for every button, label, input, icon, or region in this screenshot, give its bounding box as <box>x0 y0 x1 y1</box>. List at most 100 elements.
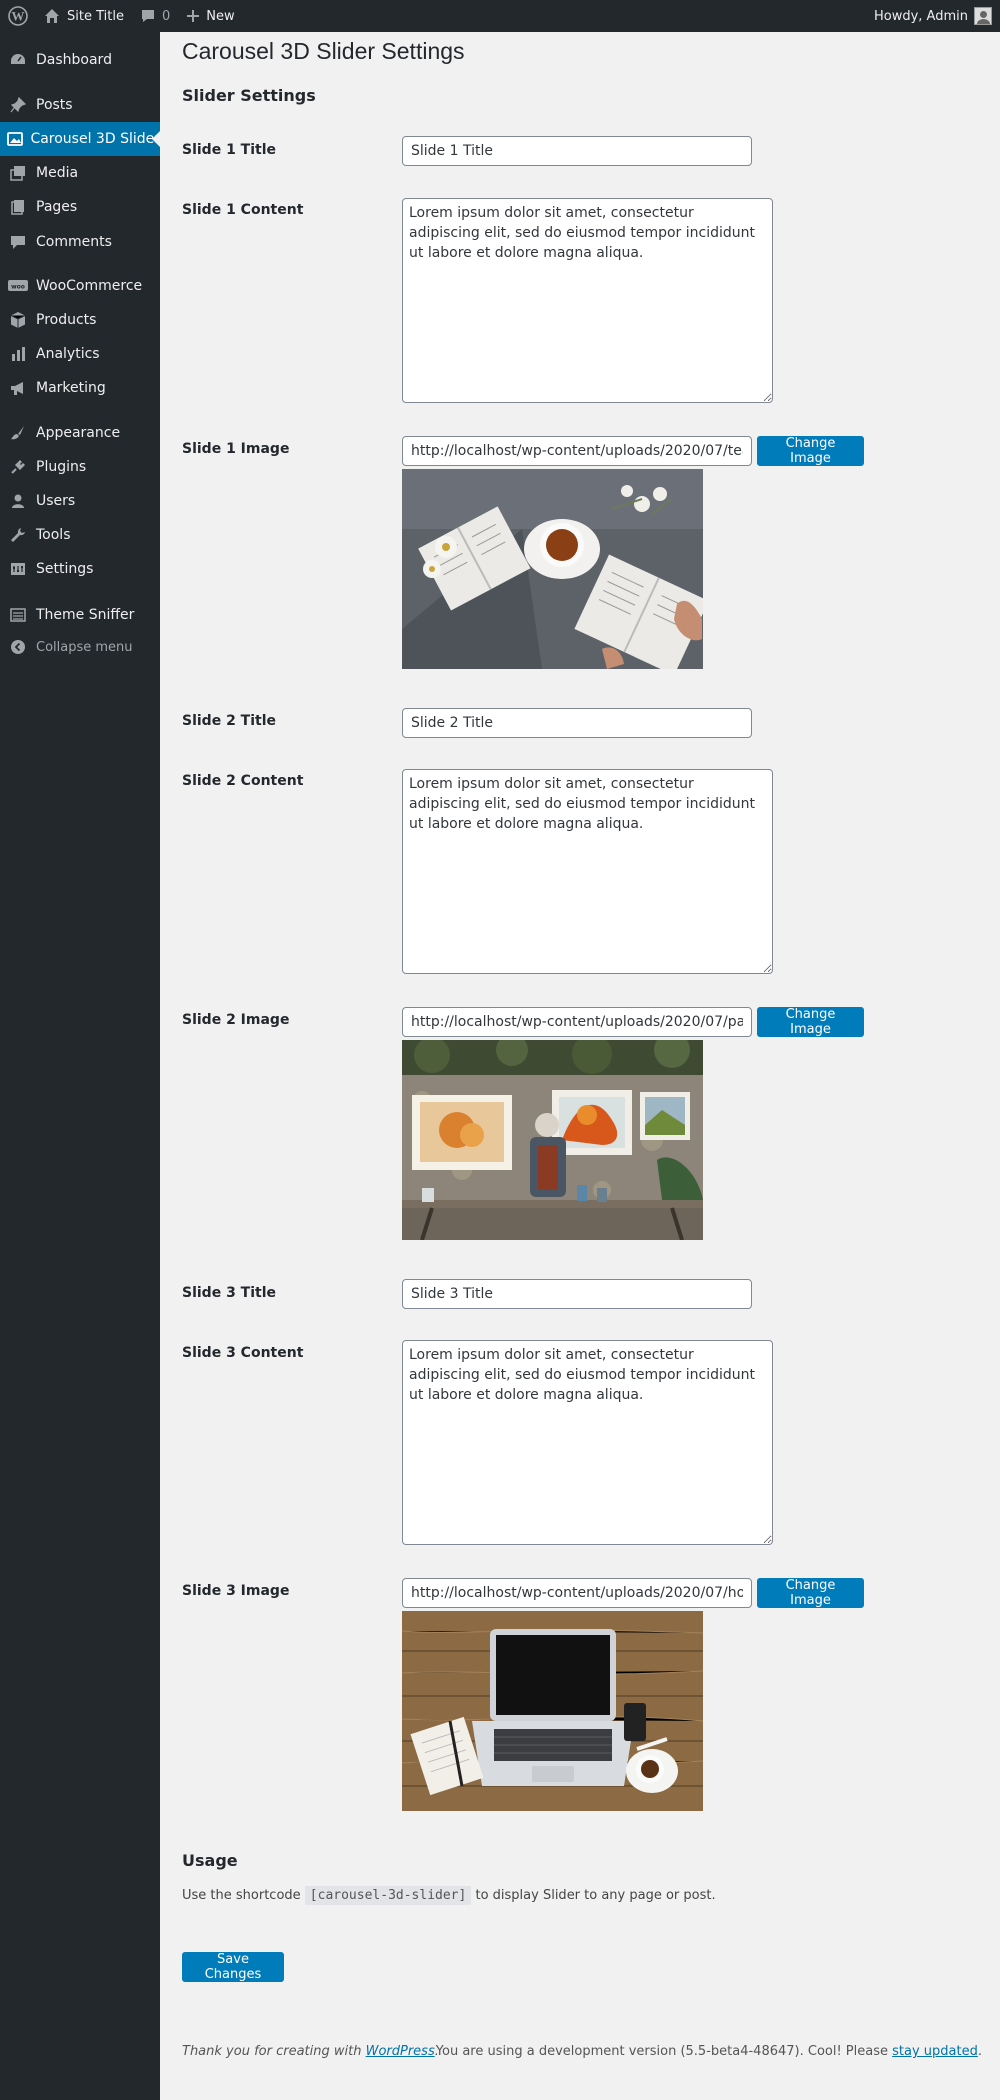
my-account-link[interactable]: Howdy, Admin <box>866 0 1000 32</box>
sidebar-item-marketing[interactable]: Marketing <box>0 371 160 405</box>
sidebar-item-label: Theme Sniffer <box>36 607 135 623</box>
slider-icon <box>0 130 30 148</box>
sidebar-item-dashboard[interactable]: Dashboard <box>0 43 160 77</box>
slide-3-change-image-button[interactable]: Change Image <box>757 1578 864 1608</box>
sidebar-item-pages[interactable]: Pages <box>0 190 160 224</box>
slide-3-image-preview <box>402 1611 703 1811</box>
slide-3-content-label: Slide 3 Content <box>182 1345 304 1361</box>
media-icon <box>0 164 36 182</box>
sidebar-item-posts[interactable]: Posts <box>0 88 160 122</box>
slide-1-change-image-button[interactable]: Change Image <box>757 436 864 466</box>
plug-icon <box>0 458 36 476</box>
settings-icon <box>0 560 36 578</box>
slide-1-image-preview <box>402 469 703 669</box>
megaphone-icon <box>0 379 36 397</box>
sidebar-item-label: Carousel 3D Slider <box>30 131 160 147</box>
stay-updated-link[interactable]: stay updated <box>892 2044 978 2059</box>
sidebar-item-comments[interactable]: Comments <box>0 225 160 259</box>
collapse-menu-button[interactable]: Collapse menu <box>0 630 160 664</box>
page-title: Carousel 3D Slider Settings <box>182 38 465 64</box>
sidebar-item-analytics[interactable]: Analytics <box>0 337 160 371</box>
save-changes-button[interactable]: Save Changes <box>182 1952 284 1982</box>
section-title: Slider Settings <box>182 86 316 105</box>
wrench-icon <box>0 526 36 544</box>
slide-3-image-url-input[interactable] <box>402 1578 752 1608</box>
footer-version-text: You are using a development version (5.5… <box>435 2044 888 2059</box>
user-icon <box>0 492 36 510</box>
slide-2-image-url-input[interactable] <box>402 1007 752 1037</box>
admin-bar: W Site Title 0 New Howdy, Admin <box>0 0 1000 32</box>
sidebar-item-products[interactable]: Products <box>0 303 160 337</box>
sidebar-item-label: Comments <box>36 234 112 250</box>
comments-link[interactable]: 0 <box>132 0 178 32</box>
slide-2-change-image-button[interactable]: Change Image <box>757 1007 864 1037</box>
slide-2-content-textarea[interactable]: Lorem ipsum dolor sit amet, consectetur … <box>402 769 773 974</box>
sidebar-item-label: Plugins <box>36 459 87 475</box>
svg-text:W: W <box>12 9 25 24</box>
comments-count: 0 <box>161 8 171 24</box>
sidebar-item-tools[interactable]: Tools <box>0 518 160 552</box>
slide-2-image-label: Slide 2 Image <box>182 1012 290 1028</box>
pages-icon <box>0 198 36 216</box>
wordpress-link[interactable]: WordPress <box>366 2044 435 2059</box>
site-title: Site Title <box>67 8 124 24</box>
sidebar-item-label: Pages <box>36 199 78 215</box>
sidebar-item-label: Media <box>36 165 79 181</box>
greeting: Howdy, Admin <box>873 8 968 24</box>
home-icon <box>44 8 60 24</box>
slide-3-title-label: Slide 3 Title <box>182 1285 277 1301</box>
sidebar-item-plugins[interactable]: Plugins <box>0 450 160 484</box>
sidebar-item-woocommerce[interactable]: woo WooCommerce <box>0 269 160 303</box>
slide-1-image-url-input[interactable] <box>402 436 752 466</box>
sidebar-item-label: Tools <box>36 527 71 543</box>
sidebar-item-label: Appearance <box>36 425 121 441</box>
woo-icon: woo <box>0 279 36 293</box>
sidebar-item-settings[interactable]: Settings <box>0 552 160 586</box>
sidebar-item-appearance[interactable]: Appearance <box>0 416 160 450</box>
list-icon <box>0 606 36 624</box>
new-label: New <box>206 8 235 24</box>
sidebar-item-carousel-3d-slider[interactable]: Carousel 3D Slider <box>0 122 160 156</box>
usage-title: Usage <box>182 1851 238 1870</box>
sidebar-item-label: Settings <box>36 561 94 577</box>
admin-sidebar: Dashboard Posts Carousel 3D Slider Media… <box>0 32 160 2100</box>
box-icon <box>0 311 36 329</box>
slide-2-content-label: Slide 2 Content <box>182 773 304 789</box>
slide-2-title-label: Slide 2 Title <box>182 713 277 729</box>
slide-1-title-label: Slide 1 Title <box>182 142 277 158</box>
slide-3-title-input[interactable] <box>402 1279 752 1309</box>
new-content-link[interactable]: New <box>178 0 242 32</box>
sidebar-item-label: Marketing <box>36 380 106 396</box>
sidebar-item-label: Dashboard <box>36 52 112 68</box>
slide-1-content-textarea[interactable]: Lorem ipsum dolor sit amet, consectetur … <box>402 198 773 403</box>
svg-text:woo: woo <box>11 284 25 291</box>
footer-thanks: Thank you for creating with WordPress. <box>182 2044 439 2059</box>
usage-suffix: to display Slider to any page or post. <box>475 1888 716 1903</box>
brush-icon <box>0 424 36 442</box>
sidebar-item-label: WooCommerce <box>36 278 143 294</box>
slide-1-image-label: Slide 1 Image <box>182 441 290 457</box>
site-title-link[interactable]: Site Title <box>36 0 132 32</box>
sidebar-item-users[interactable]: Users <box>0 484 160 518</box>
sidebar-item-label: Products <box>36 312 97 328</box>
slide-1-content-label: Slide 1 Content <box>182 202 304 218</box>
bar-chart-icon <box>0 345 36 363</box>
collapse-arrow-icon <box>0 639 36 655</box>
sidebar-item-theme-sniffer[interactable]: Theme Sniffer <box>0 598 160 632</box>
usage-description: Use the shortcode [carousel-3d-slider] t… <box>182 1886 716 1905</box>
usage-prefix: Use the shortcode <box>182 1888 301 1903</box>
footer-thanks-prefix: Thank you for creating with <box>182 2044 362 2059</box>
shortcode: [carousel-3d-slider] <box>304 1886 472 1905</box>
wordpress-logo-icon[interactable]: W <box>0 0 36 32</box>
sidebar-item-label: Users <box>36 493 76 509</box>
slide-2-title-input[interactable] <box>402 708 752 738</box>
slide-3-content-textarea[interactable]: Lorem ipsum dolor sit amet, consectetur … <box>402 1340 773 1545</box>
comments-icon <box>0 233 36 251</box>
sidebar-item-media[interactable]: Media <box>0 156 160 190</box>
slide-3-image-label: Slide 3 Image <box>182 1583 290 1599</box>
footer-version: You are using a development version (5.5… <box>436 2044 982 2059</box>
slide-2-image-preview <box>402 1040 703 1240</box>
dashboard-icon <box>0 51 36 69</box>
footer-version-suffix: . <box>977 2044 982 2059</box>
slide-1-title-input[interactable] <box>402 136 752 166</box>
